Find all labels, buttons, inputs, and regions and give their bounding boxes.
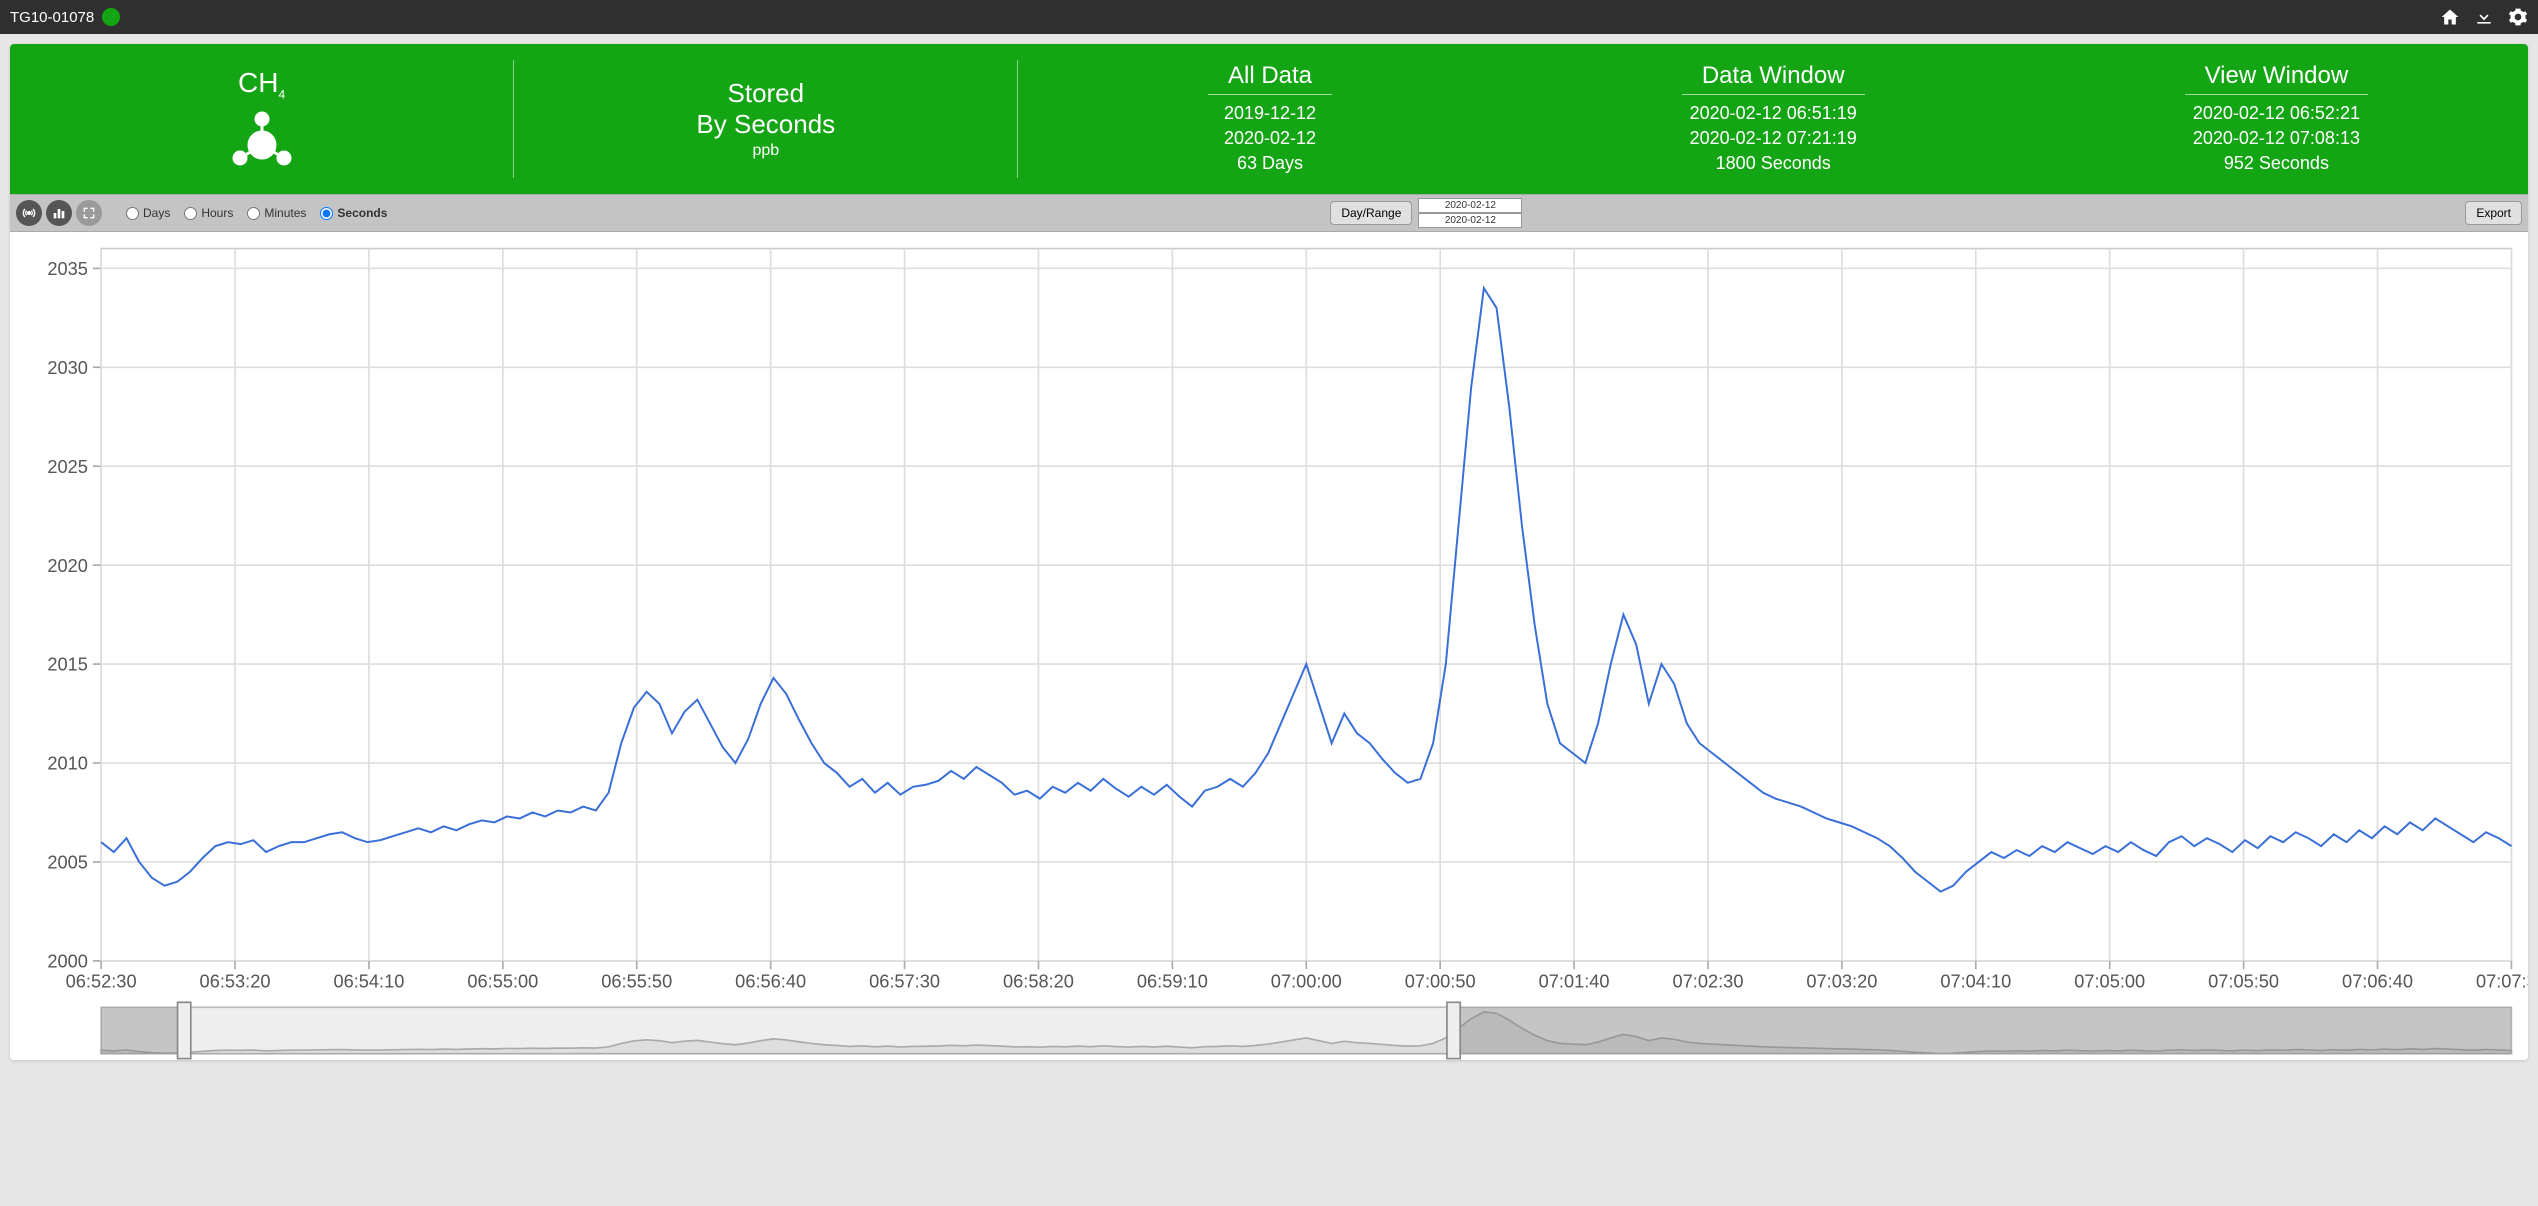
summary-header: CH4 Stored By Seconds ppb All Data xyxy=(10,44,2528,194)
view-window-span: 952 Seconds xyxy=(2224,151,2329,176)
export-button[interactable]: Export xyxy=(2465,201,2522,225)
svg-text:2020: 2020 xyxy=(47,556,88,576)
fullscreen-icon[interactable] xyxy=(76,200,102,226)
all-data-end: 2020-02-12 xyxy=(1224,126,1316,151)
date-range-inputs: 2020-02-12 2020-02-12 xyxy=(1418,198,1522,228)
svg-text:07:00:50: 07:00:50 xyxy=(1405,971,1476,991)
svg-text:06:57:30: 06:57:30 xyxy=(869,971,940,991)
day-range-button[interactable]: Day/Range xyxy=(1330,201,1412,225)
radio-hours[interactable]: Hours xyxy=(184,206,233,220)
date-start-input[interactable]: 2020-02-12 xyxy=(1418,198,1522,213)
svg-text:07:05:00: 07:05:00 xyxy=(2074,971,2145,991)
all-data-start: 2019-12-12 xyxy=(1224,101,1316,126)
view-window-end: 2020-02-12 07:08:13 xyxy=(2193,126,2360,151)
molecule-icon xyxy=(230,107,294,171)
home-icon[interactable] xyxy=(2440,7,2460,27)
summary-view-window: View Window 2020-02-12 06:52:21 2020-02-… xyxy=(2025,44,2528,194)
data-window-end: 2020-02-12 07:21:19 xyxy=(1690,126,1857,151)
svg-text:06:58:20: 06:58:20 xyxy=(1003,971,1074,991)
radio-minutes[interactable]: Minutes xyxy=(247,206,306,220)
svg-text:06:54:10: 06:54:10 xyxy=(333,971,404,991)
svg-text:2015: 2015 xyxy=(47,655,88,675)
status-indicator xyxy=(102,8,120,26)
chemical-subscript: 4 xyxy=(278,87,285,101)
svg-text:2035: 2035 xyxy=(47,259,88,279)
all-data-title: All Data xyxy=(1208,62,1332,95)
svg-text:07:04:10: 07:04:10 xyxy=(1940,971,2011,991)
top-bar: TG10-01078 xyxy=(0,0,2538,34)
download-icon[interactable] xyxy=(2474,7,2494,27)
svg-text:2005: 2005 xyxy=(47,853,88,873)
svg-text:07:01:40: 07:01:40 xyxy=(1539,971,1610,991)
summary-data-window: Data Window 2020-02-12 06:51:19 2020-02-… xyxy=(1522,44,2025,194)
navigator-handle-left[interactable] xyxy=(178,1002,191,1058)
svg-text:06:59:10: 06:59:10 xyxy=(1137,971,1208,991)
bar-chart-icon[interactable] xyxy=(46,200,72,226)
storage-line1: Stored xyxy=(728,78,805,109)
view-window-title: View Window xyxy=(2185,62,2369,95)
device-title: TG10-01078 xyxy=(10,9,94,26)
date-end-input[interactable]: 2020-02-12 xyxy=(1418,213,1522,228)
svg-text:07:07:30: 07:07:30 xyxy=(2476,971,2528,991)
svg-text:2000: 2000 xyxy=(47,952,88,972)
summary-chemical: CH4 xyxy=(10,44,513,194)
data-window-start: 2020-02-12 06:51:19 xyxy=(1690,101,1857,126)
svg-text:06:53:20: 06:53:20 xyxy=(200,971,271,991)
svg-text:2010: 2010 xyxy=(47,754,88,774)
svg-text:07:06:40: 07:06:40 xyxy=(2342,971,2413,991)
control-bar: Days Hours Minutes Seconds Day/Range 202… xyxy=(10,194,2528,232)
svg-text:06:55:50: 06:55:50 xyxy=(601,971,672,991)
svg-text:2025: 2025 xyxy=(47,457,88,477)
main-panel: CH4 Stored By Seconds ppb All Data xyxy=(10,44,2528,1060)
radio-seconds[interactable]: Seconds xyxy=(320,206,387,220)
view-window-start: 2020-02-12 06:52:21 xyxy=(2193,101,2360,126)
svg-text:07:05:50: 07:05:50 xyxy=(2208,971,2279,991)
svg-text:07:00:00: 07:00:00 xyxy=(1271,971,1342,991)
svg-text:06:56:40: 06:56:40 xyxy=(735,971,806,991)
svg-text:2030: 2030 xyxy=(47,358,88,378)
radio-days[interactable]: Days xyxy=(126,206,170,220)
data-window-title: Data Window xyxy=(1682,62,1865,95)
chart-area: 2000 2005 2010 2015 2020 2025 2030 2035 06:52:30… xyxy=(10,232,2528,1060)
svg-text:06:55:00: 06:55:00 xyxy=(467,971,538,991)
summary-all-data: All Data 2019-12-12 2020-02-12 63 Days xyxy=(1018,44,1521,194)
chemical-symbol: CH xyxy=(238,67,278,98)
line-chart[interactable]: 2000 2005 2010 2015 2020 2025 2030 2035 06:52:30… xyxy=(10,232,2528,1060)
data-window-span: 1800 Seconds xyxy=(1716,151,1831,176)
resolution-radios: Days Hours Minutes Seconds xyxy=(126,206,387,220)
all-data-span: 63 Days xyxy=(1237,151,1303,176)
svg-text:07:03:20: 07:03:20 xyxy=(1806,971,1877,991)
summary-storage: Stored By Seconds ppb xyxy=(514,44,1017,194)
svg-text:07:02:30: 07:02:30 xyxy=(1673,971,1744,991)
live-icon[interactable] xyxy=(16,200,42,226)
gear-icon[interactable] xyxy=(2508,7,2528,27)
svg-text:06:52:30: 06:52:30 xyxy=(66,971,137,991)
navigator-handle-right[interactable] xyxy=(1447,1002,1460,1058)
storage-unit: ppb xyxy=(752,142,779,160)
storage-line2: By Seconds xyxy=(696,109,835,140)
